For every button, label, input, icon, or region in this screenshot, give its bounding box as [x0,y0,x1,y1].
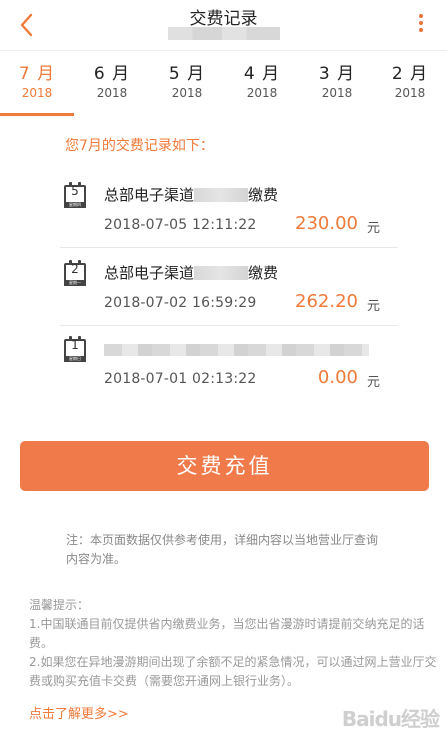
tab-year-label: 2018 [394,86,426,100]
record-unit: 元 [366,221,380,236]
tab-month-label: 3 月 [318,64,356,84]
tab-month-label: 7 月 [18,64,56,84]
calendar-icon: 1 星期日 [64,336,86,362]
tab-month-7[interactable]: 7 月 2018 [0,63,74,101]
payment-record[interactable]: 5 星期四 总部电子渠道 缴费 2018-07-05 12:11:22 230.0… [60,180,398,248]
month-tabs: 7 月 2018 6 月 2018 5 月 2018 4 月 2018 3 月 … [0,50,447,116]
record-unit: 元 [366,375,380,390]
calendar-day: 5 [71,184,79,198]
tab-month-5[interactable]: 5 月 2018 [150,63,224,101]
tab-month-3[interactable]: 3 月 2018 [300,63,374,101]
learn-more-link[interactable]: 点击了解更多>> [29,703,129,722]
tab-year-label: 2018 [321,86,353,100]
tab-year-label: 2018 [171,86,203,100]
calendar-icon: 2 星期一 [64,260,86,286]
tab-month-label: 2 月 [391,64,429,84]
payment-record[interactable]: 1 星期日 2018-07-01 02:13:22 0.00 元 [60,334,398,402]
tab-month-4[interactable]: 4 月 2018 [225,63,299,101]
record-datetime: 2018-07-01 02:13:22 [104,371,257,387]
page-title: 交费记录 [189,9,258,29]
recharge-button[interactable]: 交费充值 [20,441,429,491]
tab-month-label: 5 月 [168,64,206,84]
record-amount: 230.00 [295,213,358,234]
record-name-prefix: 总部电子渠道 [104,264,195,282]
record-name-suffix: 缴费 [248,264,279,282]
tab-month-label: 6 月 [93,64,131,84]
watermark-logo: Baidu经验 [341,707,440,731]
top-bar: 交费记录 [0,0,447,50]
tips-section: 温馨提示： 1.中国联通目前仅提供省内缴费业务，当您出省漫游时请提前交纳充足的话… [29,596,439,691]
payment-record[interactable]: 2 星期一 总部电子渠道 缴费 2018-07-02 16:59:29 262.2… [60,258,398,326]
calendar-weekday: 星期四 [64,202,86,208]
section-title: 您7月的交费记录如下： [65,138,214,154]
calendar-icon: 5 星期四 [64,182,86,208]
tips-item: 2.如果您在异地漫游期间出现了余额不足的紧急情况，可以通过网上营业厅交费或购买充… [29,655,437,688]
record-name: 总部电子渠道 缴费 [104,262,278,283]
more-vertical-icon [419,14,423,18]
calendar-day: 2 [71,262,79,276]
redacted-record-name [104,344,369,356]
tab-month-6[interactable]: 6 月 2018 [75,63,149,101]
tab-month-label: 4 月 [243,64,281,84]
record-datetime: 2018-07-02 16:59:29 [104,295,257,311]
tab-year-label: 2018 [246,86,278,100]
record-amount: 0.00 [317,367,358,388]
record-name-suffix: 缴费 [248,186,279,204]
tips-heading: 温馨提示： [29,598,90,612]
record-amount: 262.20 [295,291,358,312]
tab-year-label: 2018 [96,86,128,100]
calendar-weekday: 星期日 [64,356,86,362]
calendar-day: 1 [71,338,79,352]
redacted-text [194,188,249,202]
calendar-weekday: 星期一 [64,280,86,286]
more-menu-button[interactable] [417,14,425,38]
tips-item: 1.中国联通目前仅提供省内缴费业务，当您出省漫游时请提前交纳充足的话费。 [29,617,425,650]
tab-year-label: 2018 [21,86,53,100]
record-name: 总部电子渠道 缴费 [104,184,278,205]
record-name-prefix: 总部电子渠道 [104,186,195,204]
record-unit: 元 [366,299,380,314]
disclaimer-note: 注：本页面数据仅供参考使用，详细内容以当地营业厅查询内容为准。 [66,533,379,566]
record-datetime: 2018-07-05 12:11:22 [104,217,257,233]
redacted-account [168,27,280,40]
tab-month-2[interactable]: 2 月 2018 [373,63,447,101]
active-tab-indicator [0,113,74,116]
redacted-text [194,266,249,280]
